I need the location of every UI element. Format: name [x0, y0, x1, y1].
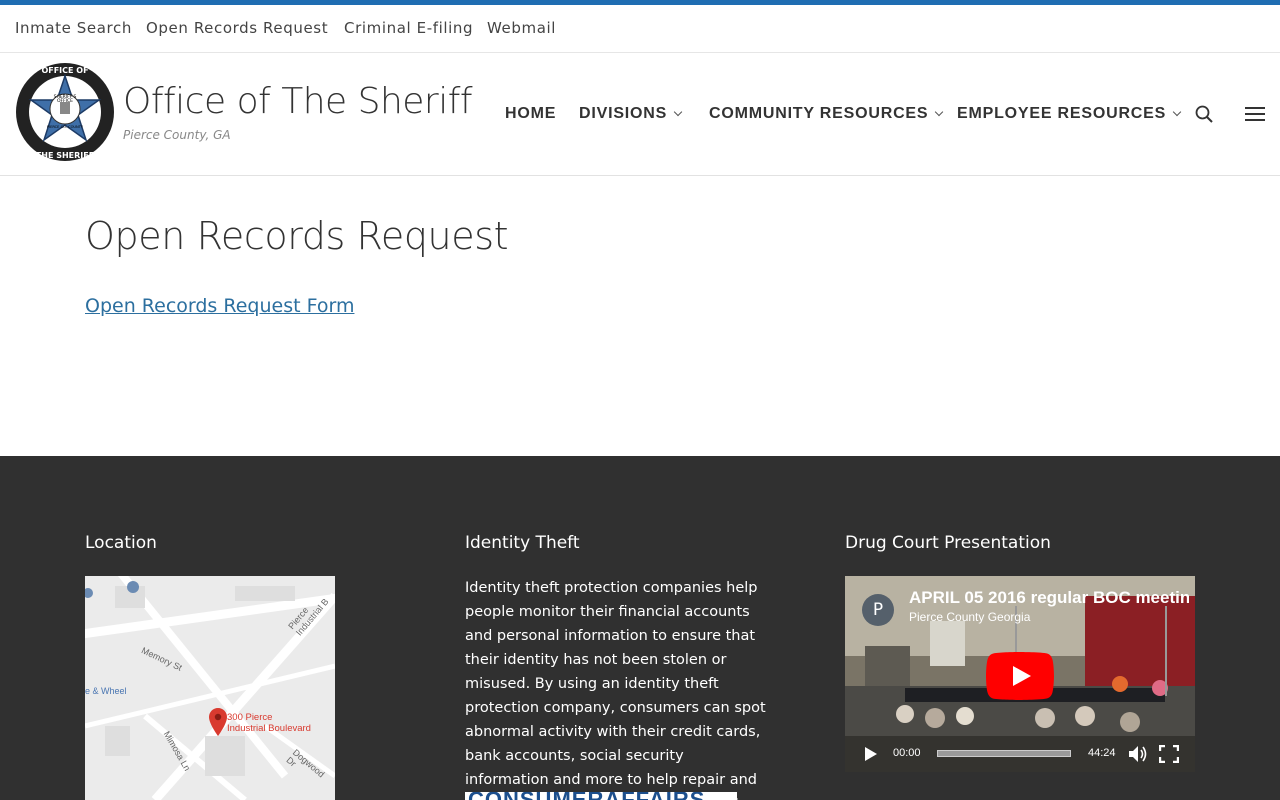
- map-address-line1: 300 Pierce: [227, 712, 273, 723]
- video-player[interactable]: P APRIL 05 2016 regular BOC meeting Pier…: [845, 576, 1195, 772]
- youtube-play-icon[interactable]: [986, 652, 1054, 700]
- map-address-line2: Industrial Boulevard: [227, 723, 311, 734]
- current-time: 00:00: [893, 747, 921, 759]
- nav-employee-label: EMPLOYEE RESOURCES: [957, 105, 1167, 122]
- consumer-affairs-logo-text: CONSUMERAFFAIRS: [465, 792, 737, 800]
- consumer-affairs-logo[interactable]: CONSUMERAFFAIRS: [465, 792, 737, 800]
- logo-text-bottom: THE SHERIFF: [36, 151, 94, 160]
- logo-center-mid: OFFICE: [57, 98, 73, 104]
- map-place-wheel: e & Wheel: [85, 686, 127, 696]
- utility-link-inmate-search[interactable]: Inmate Search: [15, 19, 132, 37]
- drug-court-widget-title: Drug Court Presentation: [845, 533, 1051, 553]
- video-title[interactable]: APRIL 05 2016 regular BOC meeting: [909, 588, 1189, 608]
- logo-text-top: OFFICE OF: [41, 66, 88, 75]
- utility-link-open-records[interactable]: Open Records Request: [146, 19, 328, 37]
- location-map[interactable]: Pierce Industrial B Memory St e & Wheel …: [85, 576, 335, 800]
- nav-divisions-label: DIVISIONS: [579, 105, 668, 122]
- nav-home-label: HOME: [505, 105, 557, 122]
- site-header: OFFICE OF THE SHERIFF SHERIFF'S OFFICE P…: [0, 53, 1280, 176]
- chevron-down-icon: [935, 107, 944, 117]
- site-title[interactable]: Office of The Sheriff: [123, 81, 473, 122]
- utility-link-criminal-efiling[interactable]: Criminal E-filing: [344, 19, 473, 37]
- nav-home[interactable]: HOME: [505, 105, 556, 123]
- sheriff-badge-logo[interactable]: OFFICE OF THE SHERIFF SHERIFF'S OFFICE P…: [15, 62, 115, 162]
- hamburger-menu-icon[interactable]: [1244, 103, 1266, 125]
- video-controls: 00:00 44:24: [845, 736, 1195, 772]
- site-footer: Location Identity Theft Drug Court Prese…: [0, 456, 1280, 800]
- location-widget-title: Location: [85, 533, 157, 553]
- search-icon[interactable]: [1194, 103, 1214, 125]
- open-records-form-link[interactable]: Open Records Request Form: [85, 295, 354, 317]
- video-channel[interactable]: Pierce County Georgia: [909, 610, 1030, 624]
- logo-ring-text: PIERCE CO. COUNTY: [47, 125, 84, 129]
- volume-icon[interactable]: [1128, 745, 1148, 763]
- nav-employee-resources[interactable]: EMPLOYEE RESOURCES: [957, 105, 1182, 123]
- chevron-down-icon: [673, 107, 683, 117]
- play-icon[interactable]: [864, 746, 878, 762]
- site-tagline: Pierce County, GA: [123, 128, 231, 142]
- map-pin-icon[interactable]: [209, 708, 227, 736]
- channel-avatar[interactable]: P: [862, 594, 894, 626]
- video-duration: 44:24: [1088, 747, 1116, 759]
- identity-theft-widget-title: Identity Theft: [465, 533, 580, 553]
- nav-community-label: COMMUNITY RESOURCES: [709, 105, 929, 122]
- fullscreen-icon[interactable]: [1159, 745, 1179, 763]
- utility-nav: Inmate Search Open Records Request Crimi…: [0, 5, 1280, 53]
- nav-divisions[interactable]: DIVISIONS: [579, 105, 683, 123]
- utility-link-webmail[interactable]: Webmail: [487, 19, 556, 37]
- chevron-down-icon: [1172, 107, 1182, 117]
- page-title: Open Records Request: [85, 214, 509, 258]
- nav-community-resources[interactable]: COMMUNITY RESOURCES: [709, 105, 944, 123]
- video-scrubber[interactable]: [937, 750, 1071, 757]
- map-address: 300 Pierce Industrial Boulevard: [227, 712, 311, 734]
- identity-theft-text: Identity theft protection companies help…: [465, 580, 766, 800]
